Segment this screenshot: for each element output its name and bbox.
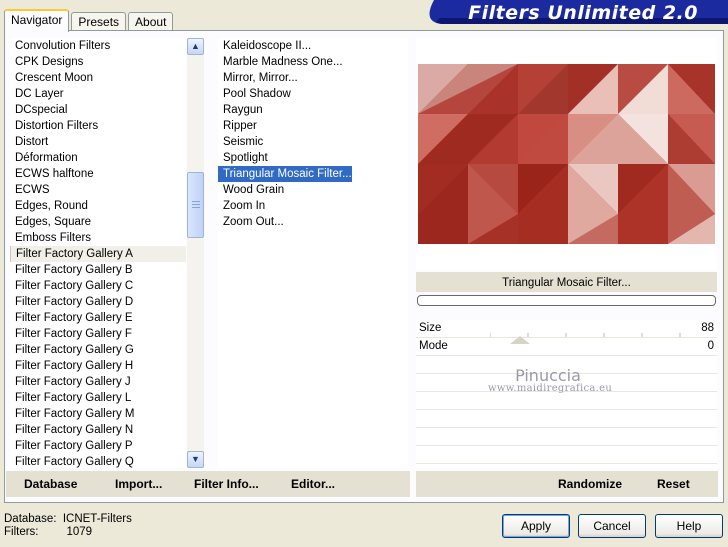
preview-image: [418, 64, 715, 244]
category-item[interactable]: Edges, Round: [10, 198, 186, 214]
parameter-panel: Size 88 Mode 0: [416, 320, 717, 468]
category-item[interactable]: Distortion Filters: [10, 118, 186, 134]
progress-bar: [417, 295, 716, 306]
category-item[interactable]: Filter Factory Gallery E: [10, 310, 186, 326]
app-title: Filters Unlimited 2.0: [468, 2, 698, 24]
scroll-up-icon[interactable]: ▲: [187, 38, 204, 55]
parameter-button-bar: Randomize Reset: [416, 471, 718, 497]
database-button[interactable]: Database: [24, 477, 77, 491]
category-item[interactable]: Filter Factory Gallery J: [10, 374, 186, 390]
filter-item[interactable]: Kaleidoscope II...: [218, 38, 311, 54]
category-item[interactable]: Crescent Moon: [10, 70, 186, 86]
selected-filter-name: Triangular Mosaic Filter...: [416, 272, 717, 292]
filters-count-label: Filters:: [4, 526, 39, 538]
category-item[interactable]: Filter Factory Gallery N: [10, 422, 186, 438]
category-item[interactable]: Filter Factory Gallery H: [10, 358, 186, 374]
filter-item[interactable]: Raygun: [218, 102, 263, 118]
param-mode[interactable]: Mode 0: [416, 338, 717, 356]
category-item[interactable]: Edges, Square: [10, 214, 186, 230]
category-item-selected[interactable]: Filter Factory Gallery A: [10, 246, 186, 262]
watermark-url: www.maidiregrafica.eu: [488, 383, 613, 394]
filter-item[interactable]: Zoom Out...: [218, 214, 284, 230]
tab-about[interactable]: About: [128, 12, 174, 31]
category-item[interactable]: Filter Factory Gallery L: [10, 390, 186, 406]
category-item[interactable]: Filter Factory Gallery C: [10, 278, 186, 294]
category-item[interactable]: Filter Factory Gallery G: [10, 342, 186, 358]
filter-item[interactable]: Spotlight: [218, 150, 268, 166]
filter-item-selected[interactable]: Triangular Mosaic Filter...: [218, 166, 352, 182]
param-size[interactable]: Size 88: [416, 320, 717, 338]
import-button[interactable]: Import...: [115, 477, 162, 491]
scroll-down-icon[interactable]: ▼: [187, 451, 204, 468]
cancel-button[interactable]: Cancel: [578, 514, 646, 538]
randomize-button[interactable]: Randomize: [558, 477, 622, 491]
param-value[interactable]: 0: [708, 338, 714, 355]
filter-list[interactable]: Kaleidoscope II... Marble Madness One... M…: [218, 38, 408, 468]
param-empty-row: [416, 392, 717, 410]
filter-item[interactable]: Ripper: [218, 118, 257, 134]
category-item[interactable]: Distort: [10, 134, 186, 150]
help-button[interactable]: Help: [655, 514, 723, 538]
filter-item[interactable]: Zoom In: [218, 198, 265, 214]
filter-item[interactable]: Seismic: [218, 134, 263, 150]
filter-item[interactable]: Wood Grain: [218, 182, 284, 198]
scroll-thumb[interactable]: [187, 172, 204, 238]
filter-info-button[interactable]: Filter Info...: [194, 477, 259, 491]
param-label: Mode: [419, 340, 448, 352]
watermark: Pinuccia www.maidiregrafica.eu: [488, 366, 613, 394]
filters-count-value: 1079: [66, 526, 93, 538]
tab-presets[interactable]: Presets: [71, 12, 127, 31]
param-empty-row: [416, 446, 717, 464]
category-item[interactable]: Filter Factory Gallery F: [10, 326, 186, 342]
category-list[interactable]: Convolution Filters CPK Designs Crescent M…: [10, 38, 186, 468]
reset-button[interactable]: Reset: [657, 477, 690, 491]
editor-button[interactable]: Editor...: [291, 477, 335, 491]
category-item[interactable]: Filter Factory Gallery B: [10, 262, 186, 278]
param-empty-row: [416, 428, 717, 446]
filter-item[interactable]: Pool Shadow: [218, 86, 291, 102]
category-item[interactable]: Filter Factory Gallery D: [10, 294, 186, 310]
tab-navigator[interactable]: Navigator: [4, 9, 70, 32]
param-value[interactable]: 88: [701, 320, 714, 337]
category-item[interactable]: ECWS: [10, 182, 186, 198]
category-item[interactable]: Emboss Filters: [10, 230, 186, 246]
category-item[interactable]: Déformation: [10, 150, 186, 166]
category-item[interactable]: ECWS halftone: [10, 166, 186, 182]
param-empty-row: [416, 410, 717, 428]
navigator-button-bar: Database Import... Filter Info... Editor…: [6, 471, 410, 497]
filter-item[interactable]: Mirror, Mirror...: [218, 70, 298, 86]
category-item[interactable]: Filter Factory Gallery Q: [10, 454, 186, 468]
database-label: Database:: [4, 513, 57, 525]
filter-item[interactable]: Marble Madness One...: [218, 54, 343, 70]
category-item[interactable]: CPK Designs: [10, 54, 186, 70]
category-item[interactable]: Convolution Filters: [10, 38, 186, 54]
category-item[interactable]: DC Layer: [10, 86, 186, 102]
category-item[interactable]: DCspecial: [10, 102, 186, 118]
apply-button[interactable]: Apply: [502, 514, 570, 538]
category-scrollbar[interactable]: ▲ ▼: [187, 38, 204, 468]
category-item[interactable]: Filter Factory Gallery M: [10, 406, 186, 422]
param-label: Size: [419, 322, 442, 334]
category-item[interactable]: Filter Factory Gallery P: [10, 438, 186, 454]
tab-strip: Navigator Presets About: [4, 9, 175, 32]
database-value: ICNET-Filters: [62, 513, 132, 525]
title-banner: Filters Unlimited 2.0: [420, 0, 728, 26]
database-info: Database: ICNET-Filters Filters: 1079: [4, 513, 132, 539]
